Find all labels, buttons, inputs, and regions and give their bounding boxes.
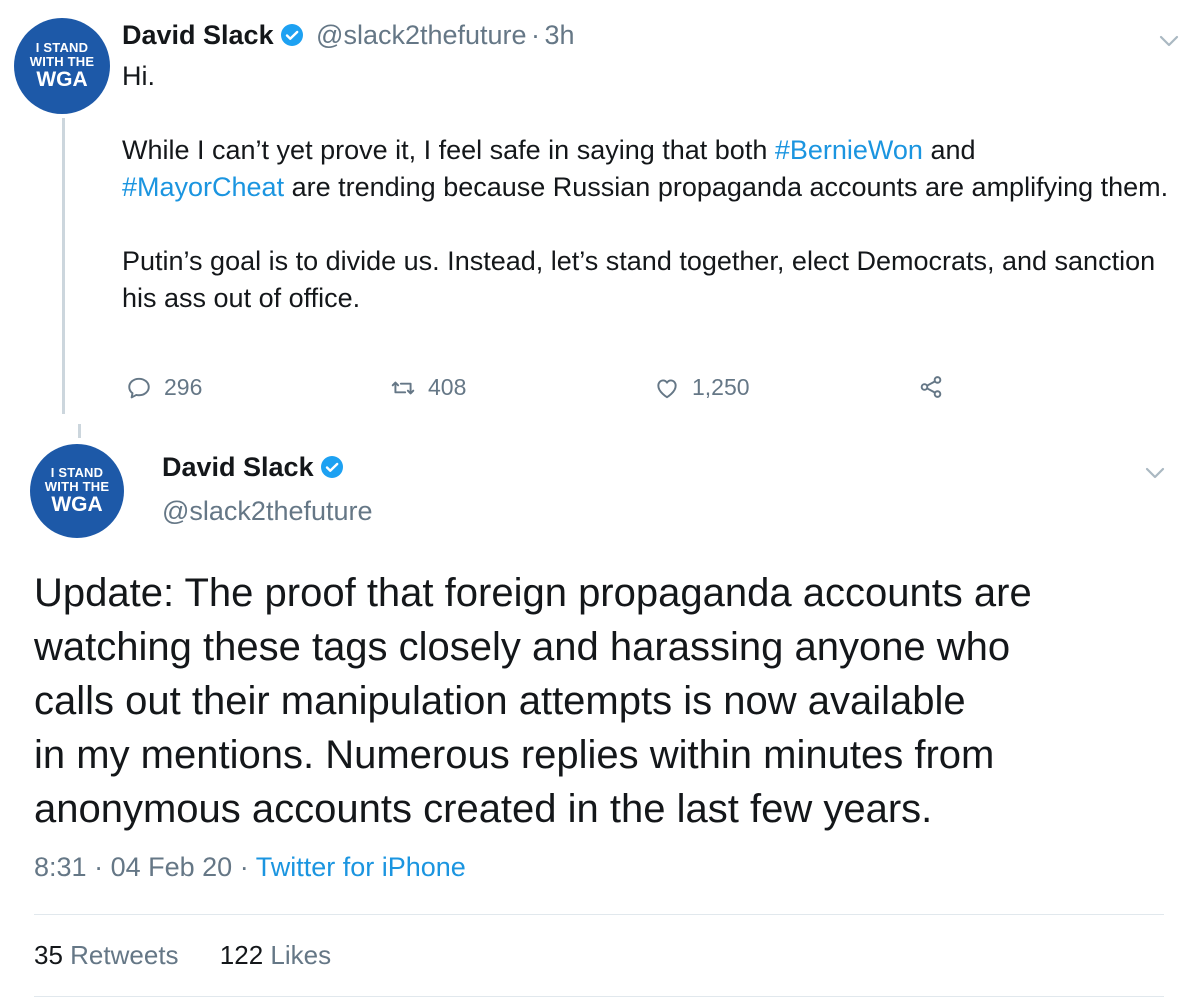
reply-button[interactable]: 296 [126,374,202,401]
verified-badge-icon [320,456,343,478]
retweets-count: 35 [34,940,63,970]
retweets-stat[interactable]: 35 Retweets [34,940,179,970]
tweet-source-link[interactable]: Twitter for iPhone [256,852,466,882]
tweet-stats: 35 Retweets 122 Likes [34,940,331,971]
tweet-time[interactable]: 8:31 [34,852,87,882]
tweet-text-line: watching these tags closely and harassin… [34,625,1011,669]
chevron-down-icon[interactable] [1144,466,1166,480]
like-button[interactable]: 1,250 [654,374,750,401]
hashtag-link[interactable]: #BernieWon [775,135,923,165]
tweet-meta: 8:31 · 04 Feb 20 · Twitter for iPhone [34,852,466,883]
share-icon [920,376,942,398]
verified-badge-icon [280,24,303,46]
likes-count: 122 [219,940,264,970]
user-handle[interactable]: @slack2thefuture [162,496,373,527]
thread-connector-line [62,118,65,414]
tweet-time[interactable]: 3h [544,20,574,50]
tweet-text-paragraph: While I can’t yet prove it, I feel safe … [122,132,1172,206]
avatar-text-line3: WGA [36,68,88,91]
tweet-text: While I can’t yet prove it, I feel safe … [122,135,775,165]
avatar-text-line3: WGA [51,493,103,516]
divider [34,914,1164,915]
reply-count: 296 [164,374,203,400]
meta-separator: · [94,852,104,882]
tweet-text-line: anonymous accounts created in the last f… [34,787,933,831]
tweet-text: and [922,135,976,165]
retweet-button[interactable]: 408 [390,374,466,401]
tweet-text: are trending because Russian propaganda … [284,172,1169,202]
retweets-label: Retweets [70,940,179,970]
tweet1-body: Hi. While I can’t yet prove it, I feel s… [122,58,1182,317]
display-name[interactable]: David Slack [122,20,274,50]
retweet-count: 408 [428,374,467,400]
likes-stat[interactable]: 122 Likes [220,940,331,970]
tweet-text-paragraph: Hi. [122,61,155,91]
avatar-text-line1: I STAND [50,465,104,480]
user-handle[interactable]: @slack2thefuture [316,20,527,50]
likes-label: Likes [270,940,332,970]
hashtag-link[interactable]: #MayorCheat [122,172,284,202]
divider [34,996,1164,997]
retweet-icon [391,381,415,394]
time-separator: · [531,20,541,50]
tweet2-body: Update: The proof that foreign propagand… [34,566,1184,836]
reply-icon [128,377,150,398]
chevron-down-icon[interactable] [1158,34,1180,48]
avatar-text-line2: WITH THE [29,54,95,69]
share-button[interactable] [918,374,944,400]
tweet-text-line: calls out their manipulation attempts is… [34,679,966,723]
tweet-text-line: in my mentions. Numerous replies within … [34,733,995,777]
tweet-date[interactable]: 04 Feb 20 [111,852,233,882]
thread-connector-line-short [78,424,81,438]
like-icon [657,378,677,398]
avatar-text-line2: WITH THE [44,479,110,494]
tweet-text-paragraph: Putin’s goal is to divide us. Instead, l… [122,246,1156,313]
display-name[interactable]: David Slack [162,452,314,482]
avatar-text-line1: I STAND [35,40,89,55]
tweet1-header: David Slack @slack2thefuture · 3h [122,20,575,51]
tweet-text-line: Update: The proof that foreign propagand… [34,571,1032,615]
tweet2-header: David Slack [162,452,344,483]
meta-separator: · [239,852,249,882]
like-count: 1,250 [692,374,750,400]
avatar[interactable]: I STAND WITH THE WGA [14,18,110,114]
avatar[interactable]: I STAND WITH THE WGA [30,444,124,538]
